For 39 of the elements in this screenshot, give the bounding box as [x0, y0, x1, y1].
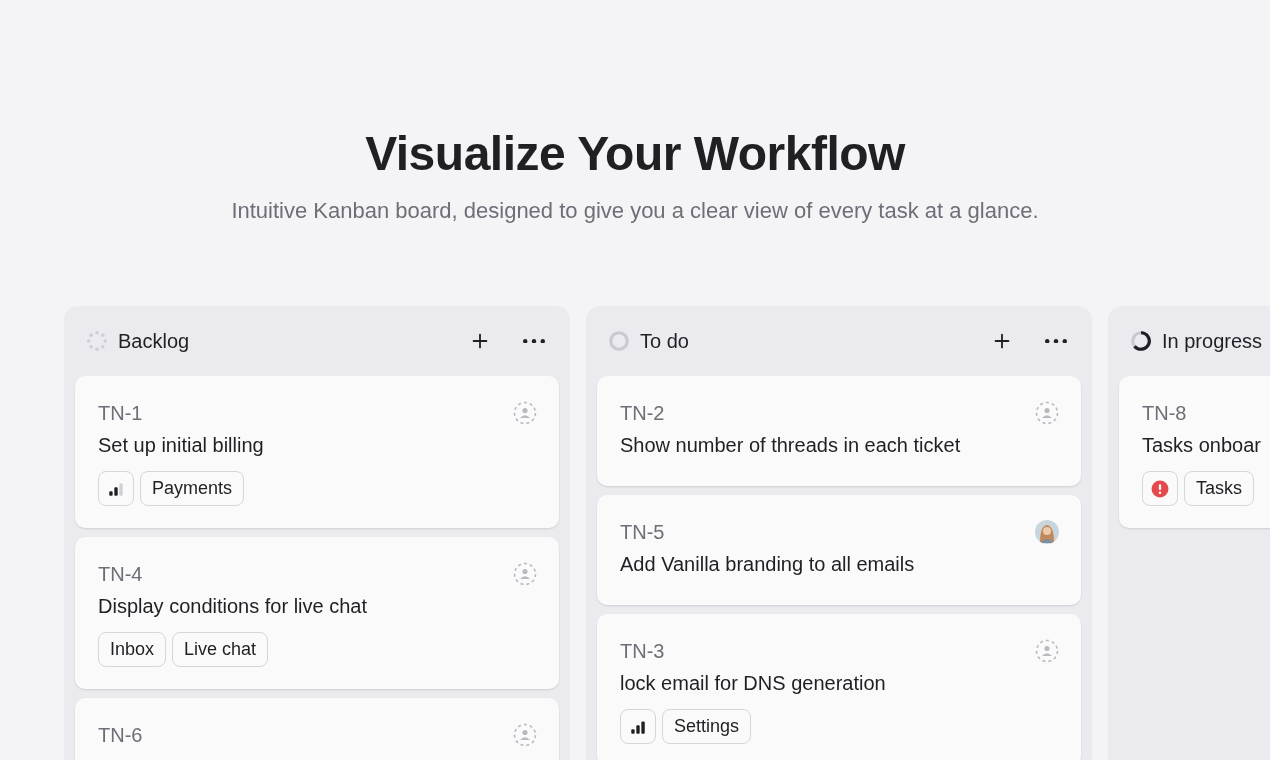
priority-badge[interactable]: [620, 709, 656, 744]
alert-icon: [1151, 479, 1169, 498]
progress-ring-icon: [1130, 330, 1152, 352]
page-title: Visualize Your Workflow: [365, 126, 905, 182]
label-tag[interactable]: Settings: [662, 709, 752, 744]
task-id: TN-3: [620, 639, 665, 664]
task-title: Tasks onboar: [1142, 433, 1262, 458]
label-tag[interactable]: Inbox: [98, 632, 167, 667]
task-title: Show number of threads in each ticket: [620, 433, 962, 458]
task-id: TN-2: [620, 401, 665, 426]
label-tag[interactable]: Live chat: [172, 632, 269, 667]
priority-badge[interactable]: [98, 471, 134, 506]
task-card[interactable]: TN-4 Display conditions for live chat Inbox Live chat: [75, 537, 559, 689]
column-title: To do: [640, 329, 690, 353]
label-tag[interactable]: Tasks: [1184, 471, 1254, 506]
task-card[interactable]: TN-1 Set up initial billing Payments: [75, 376, 559, 528]
label-tag[interactable]: Payments: [140, 471, 245, 506]
task-card[interactable]: TN-8 Tasks onboar Tasks: [1119, 376, 1270, 528]
task-id: TN-4: [98, 562, 143, 587]
column-title: In progress: [1162, 329, 1264, 353]
column-title: Backlog: [118, 329, 191, 353]
dotted-circle-icon: [86, 330, 108, 352]
task-card[interactable]: TN-6: [75, 698, 559, 760]
circle-icon: [608, 330, 630, 352]
more-icon: [523, 338, 545, 344]
task-title: Display conditions for live chat: [98, 594, 368, 619]
task-id: TN-5: [620, 520, 665, 545]
task-title: Add Vanilla branding to all emails: [620, 552, 916, 577]
task-id: TN-1: [98, 401, 143, 426]
avatar-icon[interactable]: [1035, 520, 1059, 544]
more-icon: [1045, 338, 1067, 344]
task-id: TN-6: [98, 723, 143, 748]
task-title: Set up initial billing: [98, 433, 265, 458]
page-subtitle: Intuitive Kanban board, designed to give you a clear view of every task at a glance.: [231, 197, 1039, 225]
task-id: TN-8: [1142, 401, 1187, 426]
task-title: lock email for DNS generation: [620, 671, 887, 696]
task-card[interactable]: TN-5 Add Vanilla branding to all emails: [597, 495, 1081, 605]
task-card[interactable]: TN-2 Show number of threads in each ticket: [597, 376, 1081, 486]
task-card[interactable]: TN-3 lock email for DNS generation Settings: [597, 614, 1081, 760]
